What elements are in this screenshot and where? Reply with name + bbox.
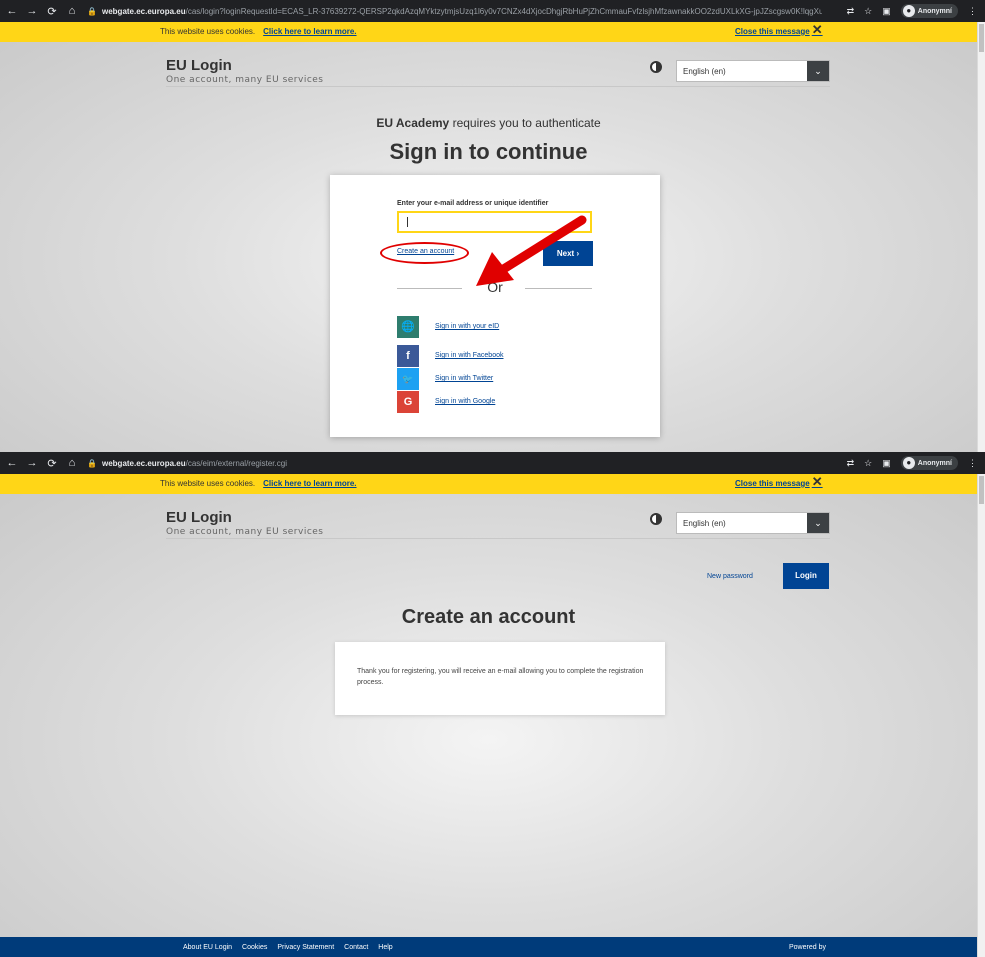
close-icon: ✕: [811, 474, 823, 489]
reload-icon[interactable]: ⟳: [44, 5, 60, 18]
confirmation-message: Thank you for registering, you will rece…: [357, 668, 644, 686]
incognito-icon: ●: [902, 5, 915, 17]
facebook-sign-in[interactable]: f Sign in with Facebook: [397, 345, 617, 367]
address-bar[interactable]: webgate.ec.europa.eu/cas/eim/external/re…: [102, 459, 822, 468]
email-label: Enter your e-mail address or unique iden…: [397, 200, 549, 207]
menu-kebab-icon[interactable]: ⋮: [968, 6, 977, 17]
profile-button[interactable]: ● Anonymní: [900, 456, 958, 470]
forward-icon[interactable]: →: [24, 5, 40, 17]
forward-icon[interactable]: →: [24, 457, 40, 469]
incognito-icon: ●: [902, 457, 915, 469]
google-icon: G: [397, 391, 419, 413]
star-icon[interactable]: ☆: [864, 6, 872, 17]
close-icon: ✕: [811, 22, 823, 37]
language-select[interactable]: English (en) ⌄: [676, 512, 830, 534]
back-icon[interactable]: ←: [4, 457, 20, 469]
create-account-link[interactable]: Create an account: [397, 248, 454, 255]
powered-by-text: Powered by: [789, 944, 826, 951]
home-icon[interactable]: ⌂: [64, 457, 80, 469]
cookie-learn-more-link[interactable]: Click here to learn more.: [263, 27, 356, 36]
cookie-banner: This website uses cookies. Click here to …: [0, 22, 977, 42]
side-panel-icon[interactable]: ▣: [882, 6, 891, 17]
scrollbar[interactable]: [977, 474, 985, 957]
side-panel-icon[interactable]: ▣: [882, 458, 891, 469]
google-sign-in[interactable]: G Sign in with Google: [397, 391, 617, 413]
login-button[interactable]: Login: [783, 563, 829, 589]
lock-icon[interactable]: 🔒: [86, 7, 98, 16]
scrollbar[interactable]: [977, 22, 985, 452]
translate-icon[interactable]: ⇄: [847, 6, 855, 17]
star-icon[interactable]: ☆: [864, 458, 872, 469]
site-footer: About EU Login Cookies Privacy Statement…: [0, 937, 977, 957]
header-divider: [166, 86, 830, 87]
language-select[interactable]: English (en) ⌄: [676, 60, 830, 82]
page-title: Sign in to continue: [389, 139, 588, 164]
page-title: Create an account: [401, 606, 576, 628]
reload-icon[interactable]: ⟳: [44, 457, 60, 470]
contrast-toggle-icon[interactable]: [650, 61, 662, 73]
page-body: This website uses cookies. Click here to …: [0, 474, 977, 957]
confirmation-card: Thank you for registering, you will rece…: [335, 642, 665, 715]
page-body: This website uses cookies. Click here to …: [0, 22, 977, 452]
cookie-banner: This website uses cookies. Click here to …: [0, 474, 977, 494]
screenshot-sign-in: ← → ⟳ ⌂ 🔒 webgate.ec.europa.eu/cas/login…: [0, 0, 985, 452]
footer-link-privacy[interactable]: Privacy Statement: [277, 944, 334, 951]
new-password-link[interactable]: New password: [707, 573, 753, 580]
footer-link-about[interactable]: About EU Login: [183, 944, 232, 951]
twitter-icon: 🐦: [397, 368, 419, 390]
globe-icon: 🌐: [397, 316, 419, 338]
cookie-close-link[interactable]: Close this message ✕: [735, 22, 823, 37]
browser-toolbar: ← → ⟳ ⌂ 🔒 webgate.ec.europa.eu/cas/eim/e…: [0, 452, 985, 474]
footer-link-contact[interactable]: Contact: [344, 944, 368, 951]
address-bar[interactable]: webgate.ec.europa.eu/cas/login?loginRequ…: [102, 7, 822, 16]
screenshot-create-account: ← → ⟳ ⌂ 🔒 webgate.ec.europa.eu/cas/eim/e…: [0, 452, 985, 957]
twitter-sign-in[interactable]: 🐦 Sign in with Twitter: [397, 368, 617, 390]
browser-toolbar: ← → ⟳ ⌂ 🔒 webgate.ec.europa.eu/cas/login…: [0, 0, 985, 22]
brand-subtitle: One account, many EU services: [166, 75, 324, 85]
footer-link-cookies[interactable]: Cookies: [242, 944, 267, 951]
brand-subtitle: One account, many EU services: [166, 527, 324, 537]
auth-requirement-text: EU Academy requires you to authenticate: [376, 116, 601, 130]
back-icon[interactable]: ←: [4, 5, 20, 17]
home-icon[interactable]: ⌂: [64, 5, 80, 17]
cookie-close-link[interactable]: Close this message ✕: [735, 474, 823, 489]
site-header: EU Login One account, many EU services E…: [0, 494, 977, 538]
header-divider: [166, 538, 830, 539]
cookie-message: This website uses cookies.: [160, 27, 256, 36]
chevron-down-icon: ⌄: [807, 61, 829, 81]
brand-title[interactable]: EU Login: [166, 57, 232, 74]
footer-link-help[interactable]: Help: [378, 944, 392, 951]
profile-button[interactable]: ● Anonymní: [900, 4, 958, 18]
contrast-toggle-icon[interactable]: [650, 513, 662, 525]
brand-title[interactable]: EU Login: [166, 509, 232, 526]
annotation-arrow-icon: [476, 215, 587, 286]
cookie-message: This website uses cookies.: [160, 479, 256, 488]
facebook-icon: f: [397, 345, 419, 367]
menu-kebab-icon[interactable]: ⋮: [968, 458, 977, 469]
lock-icon[interactable]: 🔒: [86, 459, 98, 468]
cookie-learn-more-link[interactable]: Click here to learn more.: [263, 479, 356, 488]
chevron-down-icon: ⌄: [807, 513, 829, 533]
site-header: EU Login One account, many EU services E…: [0, 42, 977, 86]
eid-sign-in[interactable]: 🌐 Sign in with your eID: [397, 316, 617, 338]
translate-icon[interactable]: ⇄: [847, 458, 855, 469]
